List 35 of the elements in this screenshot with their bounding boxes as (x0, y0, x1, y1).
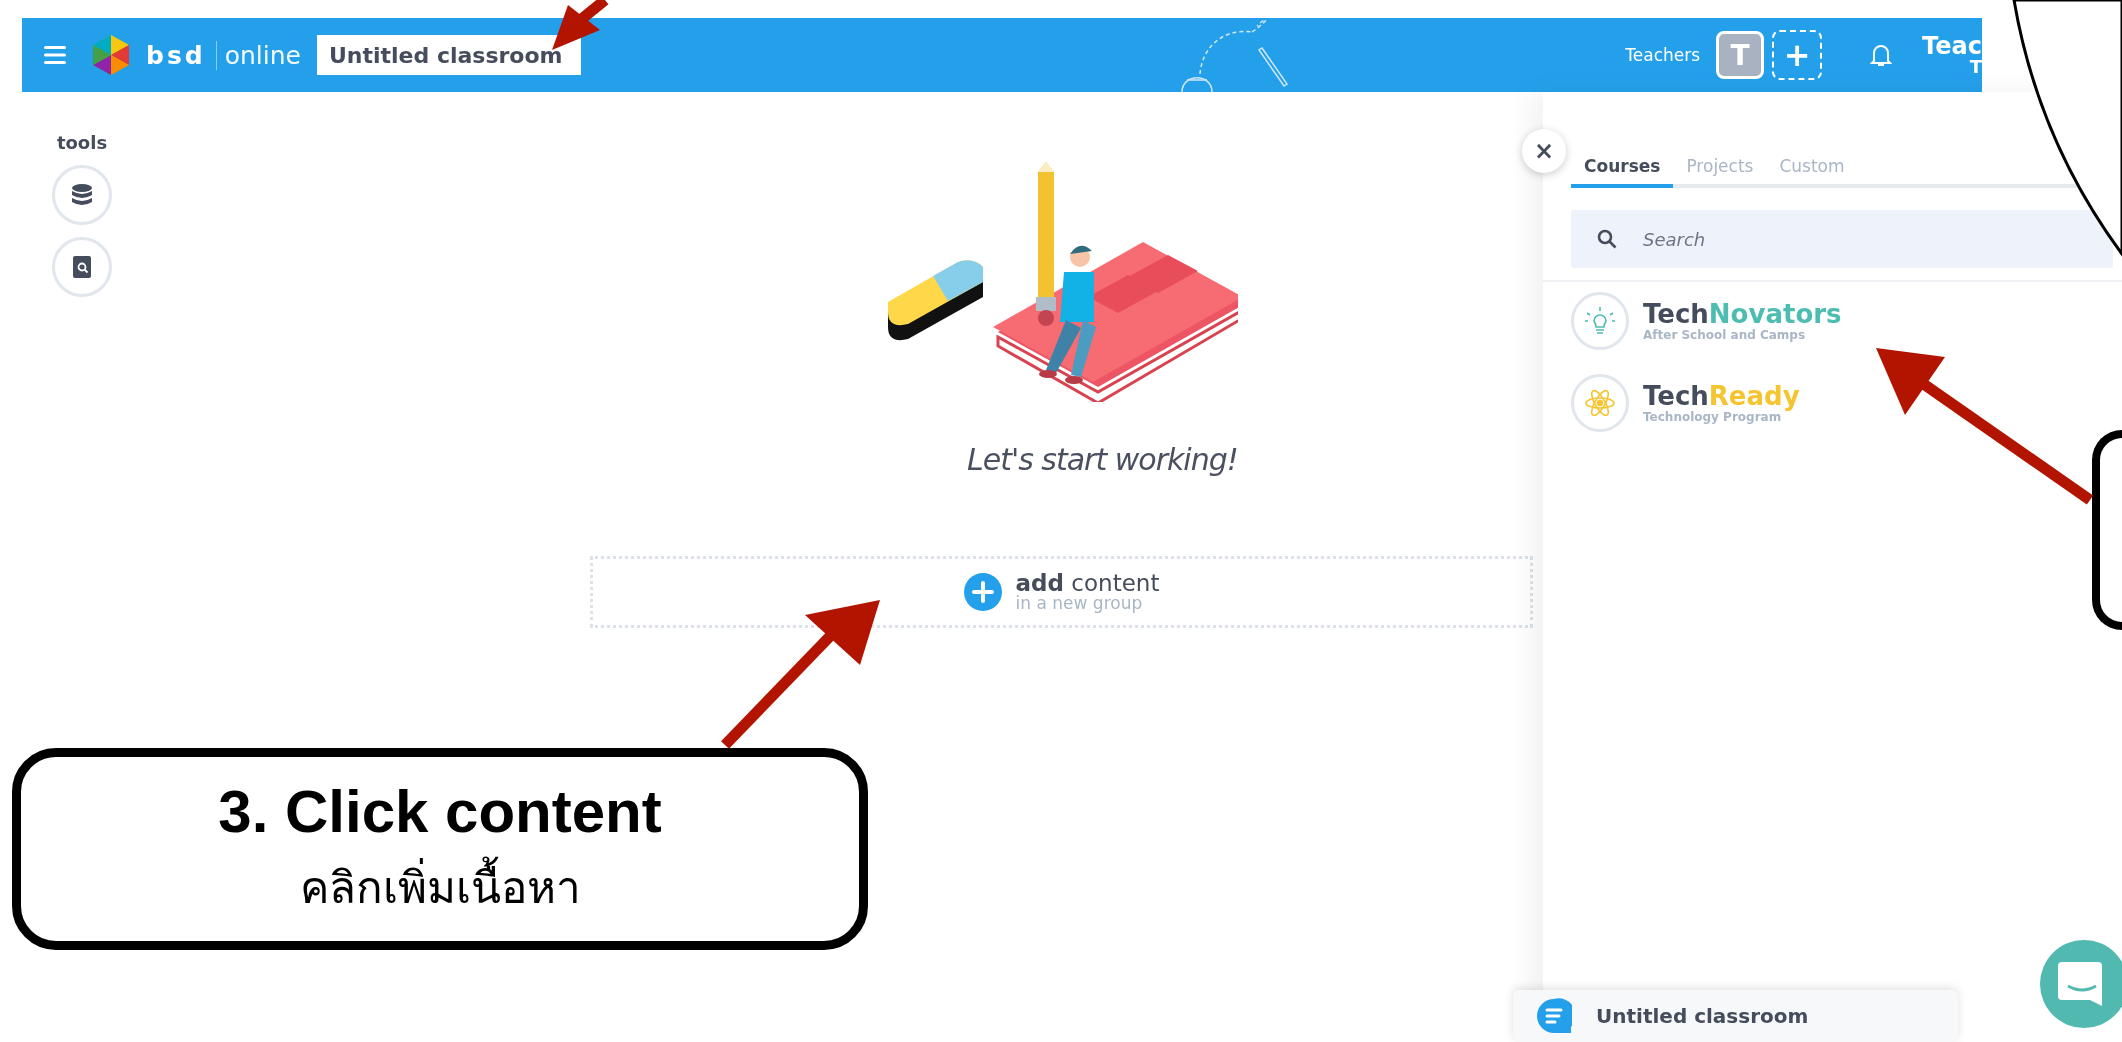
course-subtitle: Technology Program (1643, 410, 1782, 424)
add-content-label: add content (1015, 572, 1160, 595)
chat-icon (1536, 998, 1572, 1034)
panel-tab[interactable]: Courses (1571, 150, 1674, 188)
logo-icon (90, 34, 132, 76)
database-icon (72, 184, 92, 206)
close-button[interactable]: × (1522, 129, 1566, 173)
course-item[interactable]: TechReady Technology Program (1571, 374, 1800, 432)
course-name: TechReady (1643, 382, 1800, 411)
atom-icon (1584, 387, 1616, 419)
search-icon (1597, 229, 1617, 249)
search-input[interactable]: Search (1641, 227, 1985, 251)
callout-subtitle: คลิกเพิ่มเนื้อหา (299, 851, 581, 922)
course-subtitle: After School and Camps (1643, 328, 1807, 342)
callout-title: 3. Click content (218, 776, 662, 846)
empty-state-message: Let's start working! (967, 442, 1238, 477)
course-item[interactable]: TechNovators After School and Camps (1571, 292, 1842, 350)
book-search-tool-button[interactable] (52, 237, 112, 297)
add-content-hint: in a new group (1015, 595, 1144, 612)
menu-icon[interactable] (44, 46, 66, 64)
role-label: Teachers (1625, 45, 1701, 65)
lightbulb-icon (1585, 305, 1615, 337)
tools-heading: tools (56, 132, 108, 153)
course-name: TechNovators (1643, 300, 1842, 329)
book-search-icon (73, 256, 91, 278)
classroom-title-field[interactable]: Untitled classroom (316, 35, 581, 75)
add-content-area[interactable]: add content in a new group (590, 556, 1533, 628)
brand-suffix: online (215, 40, 301, 70)
database-tool-button[interactable] (52, 165, 112, 225)
search-field[interactable]: Search (1571, 210, 2113, 268)
plus-icon (963, 573, 1002, 611)
user-name: Teac (1922, 34, 1982, 58)
bell-icon[interactable] (1870, 43, 1893, 67)
brand-name: bsd (146, 40, 206, 70)
user-subtitle: T (1969, 58, 1982, 76)
